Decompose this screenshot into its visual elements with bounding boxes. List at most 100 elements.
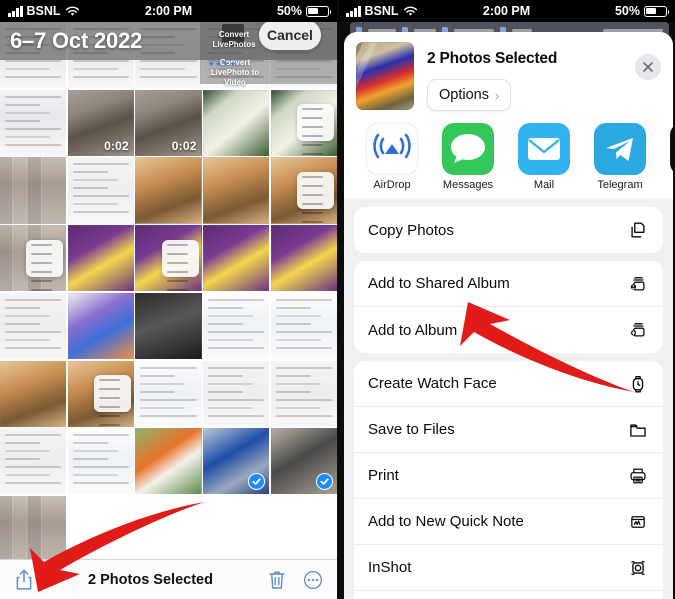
share-app-label: Messages [442, 179, 494, 191]
photo-cell[interactable] [0, 428, 67, 495]
photo-cell[interactable] [67, 225, 134, 292]
photo-cell[interactable] [270, 495, 337, 559]
share-action-add-to-shared-album[interactable]: Add to Shared Album [354, 261, 663, 307]
photo-cell[interactable] [270, 360, 337, 427]
wifi-icon [65, 6, 79, 16]
photo-cell[interactable]: 0:02 [135, 89, 202, 156]
share-action-print[interactable]: Print [354, 453, 663, 499]
photo-cell[interactable] [270, 292, 337, 360]
selected-photo-thumbnail[interactable] [356, 42, 414, 110]
share-app-label: Telegram [597, 179, 643, 191]
share-action-label: Copy Photos [368, 221, 454, 239]
photo-cell[interactable] [135, 225, 202, 292]
inshot-icon [627, 557, 649, 579]
photo-cell[interactable] [203, 360, 270, 427]
cancel-button[interactable]: Cancel [259, 20, 321, 50]
photo-thumbnail [135, 292, 202, 360]
share-app-messages[interactable]: Messages [430, 123, 506, 191]
printer-icon [627, 465, 649, 487]
share-app-telegram[interactable]: Telegram [582, 123, 658, 191]
watch-icon [627, 373, 649, 395]
mail-icon [518, 123, 570, 175]
photo-cell[interactable] [270, 428, 337, 495]
photo-cell[interactable]: 0:02 [67, 89, 134, 156]
date-header: 6–7 Oct 2022 [10, 28, 143, 53]
photo-cell[interactable] [67, 495, 134, 559]
share-apps-row[interactable]: AirDrop Messages Mail Telegram Ph [344, 123, 673, 199]
delete-button[interactable] [267, 569, 287, 591]
photo-cell[interactable] [203, 225, 270, 292]
battery-icon [306, 5, 332, 17]
share-action-create-watch-face[interactable]: Create Watch Face [354, 361, 663, 407]
thumbnail-text-lines [0, 90, 66, 156]
share-action-inshot[interactable]: InShot [354, 545, 663, 591]
photo-cell[interactable] [203, 428, 270, 495]
photo-thumbnail [67, 292, 134, 360]
photo-cell[interactable] [135, 157, 202, 224]
photo-cell[interactable] [0, 360, 67, 427]
photo-cell[interactable] [0, 495, 67, 559]
photo-thumbnail [67, 225, 134, 292]
photo-cell[interactable] [67, 360, 134, 427]
share-sheet-header: 2 Photos Selected Options › [344, 32, 673, 123]
photo-cell[interactable] [270, 225, 337, 292]
photo-cell[interactable] [135, 292, 202, 360]
photo-cell[interactable] [67, 157, 134, 224]
photo-cell[interactable] [270, 89, 337, 156]
screenshot-root: BSNL 2:00 PM 50% 0:02 0:02 6–7 Oct 2022 C… [0, 0, 675, 599]
more-options-button[interactable] [303, 569, 323, 591]
photo-cell[interactable] [270, 157, 337, 224]
photo-cell[interactable] [67, 428, 134, 495]
thumbnail-text-lines [0, 293, 66, 359]
photo-cell[interactable] [135, 495, 202, 559]
video-duration-label: 0:02 [104, 138, 129, 153]
share-app-airdrop[interactable]: AirDrop [354, 123, 430, 191]
thumbnail-text-lines [203, 293, 269, 359]
status-left-group-right: BSNL [346, 4, 418, 18]
share-action-save-to-files[interactable]: Save to Files [354, 407, 663, 453]
share-button[interactable] [14, 569, 34, 591]
photo-cell[interactable] [67, 292, 134, 360]
photo-cell[interactable] [203, 495, 270, 559]
photo-cell[interactable] [135, 428, 202, 495]
photos-grid-container[interactable]: 0:02 0:02 [0, 22, 337, 559]
thumbnail-text-lines [68, 428, 134, 494]
photo-cell[interactable] [0, 89, 67, 156]
photo-cell[interactable] [0, 292, 67, 360]
carrier-label: BSNL [26, 4, 61, 18]
options-button[interactable]: Options › [427, 79, 512, 111]
share-app-ph[interactable]: Ph [658, 123, 673, 191]
add-album-icon [627, 319, 649, 341]
options-label: Options [439, 87, 489, 103]
copy-icon [627, 219, 649, 241]
carrier-label: BSNL [364, 4, 399, 18]
video-duration-label: 0:02 [171, 138, 197, 153]
share-action-search-with-google-lens[interactable]: Search with Google Lens [354, 591, 663, 599]
share-action-add-to-new-quick-note[interactable]: Add to New Quick Note [354, 499, 663, 545]
share-sheet-title: 2 Photos Selected [427, 50, 558, 67]
battery-percent-label: 50% [614, 4, 640, 18]
close-button[interactable] [635, 54, 661, 80]
photo-grid[interactable]: 0:02 0:02 [0, 22, 337, 559]
thumbnail-text-lines [271, 361, 337, 427]
photo-thumbnail [135, 157, 202, 224]
status-left-group: BSNL [8, 4, 80, 18]
cellular-bars-icon [8, 5, 23, 17]
share-app-label: Ph [658, 179, 673, 191]
share-app-mail[interactable]: Mail [506, 123, 582, 191]
photo-cell[interactable] [203, 157, 270, 224]
share-action-copy-photos[interactable]: Copy Photos [354, 207, 663, 253]
photo-cell[interactable] [0, 157, 67, 224]
photo-thumbnail [203, 157, 270, 224]
photo-cell[interactable] [203, 89, 270, 156]
photo-cell[interactable] [135, 360, 202, 427]
share-actions-menu[interactable]: Copy Photos Add to Shared Album Add to Alb… [344, 199, 673, 599]
photos-bottom-toolbar: 2 Photos Selected [0, 559, 337, 599]
photo-cell[interactable] [203, 292, 270, 360]
share-sheet-header-text: 2 Photos Selected Options › [427, 42, 557, 111]
photo-cell[interactable] [0, 225, 67, 292]
toolbar-right-group [267, 569, 323, 591]
share-menu-group: Copy Photos [354, 207, 663, 253]
share-action-add-to-album[interactable]: Add to Album [354, 307, 663, 353]
messages-icon [442, 123, 494, 175]
